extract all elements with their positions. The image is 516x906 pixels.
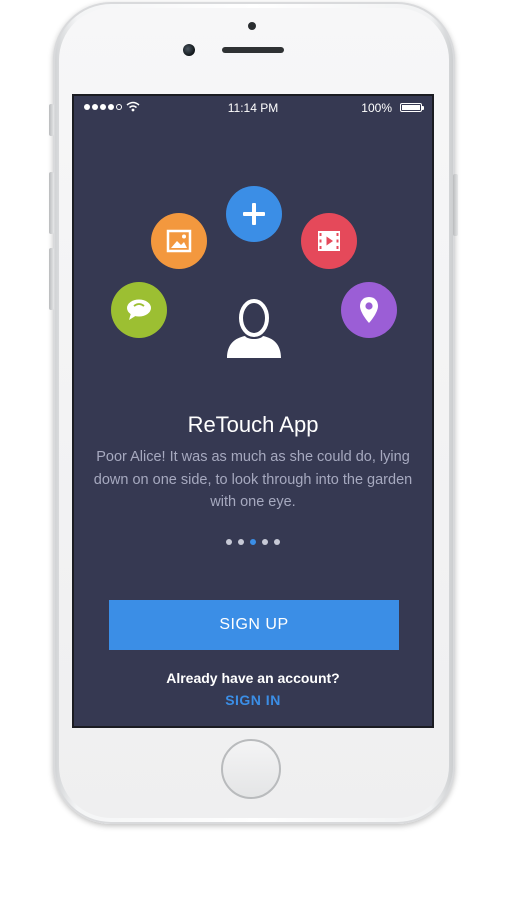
app-title: ReTouch App: [187, 412, 319, 437]
proximity-sensor: [248, 22, 256, 30]
earpiece-speaker: [222, 47, 284, 53]
page-dot[interactable]: [226, 539, 232, 545]
video-icon[interactable]: [301, 213, 357, 269]
battery-icon: [400, 103, 424, 112]
plus-icon[interactable]: [226, 186, 282, 242]
page-dot[interactable]: [262, 539, 268, 545]
status-bar: 11:14 PM 100%: [74, 96, 432, 120]
battery-percent: 100%: [361, 101, 392, 115]
volume-down-button: [49, 248, 54, 310]
user-icon: [227, 299, 281, 358]
sign-in-link[interactable]: SIGN IN: [74, 692, 432, 708]
app-screen: 11:14 PM 100% ReTouch App Poor Alice! It…: [72, 94, 434, 728]
home-button[interactable]: [221, 739, 281, 799]
account-question: Already have an account?: [166, 670, 340, 686]
app-description: Poor Alice! It was as much as she could …: [93, 449, 413, 510]
sign-up-button[interactable]: SIGN UP: [109, 600, 399, 650]
page-dot-active[interactable]: [250, 539, 256, 545]
volume-up-button: [49, 172, 54, 234]
front-camera: [183, 44, 195, 56]
image-icon[interactable]: [151, 213, 207, 269]
page-indicator[interactable]: [74, 539, 432, 545]
page-dot[interactable]: [274, 539, 280, 545]
chat-icon[interactable]: [111, 282, 167, 338]
location-pin-icon[interactable]: [341, 282, 397, 338]
power-button: [453, 174, 458, 236]
mute-switch: [49, 104, 54, 136]
page-dot[interactable]: [238, 539, 244, 545]
